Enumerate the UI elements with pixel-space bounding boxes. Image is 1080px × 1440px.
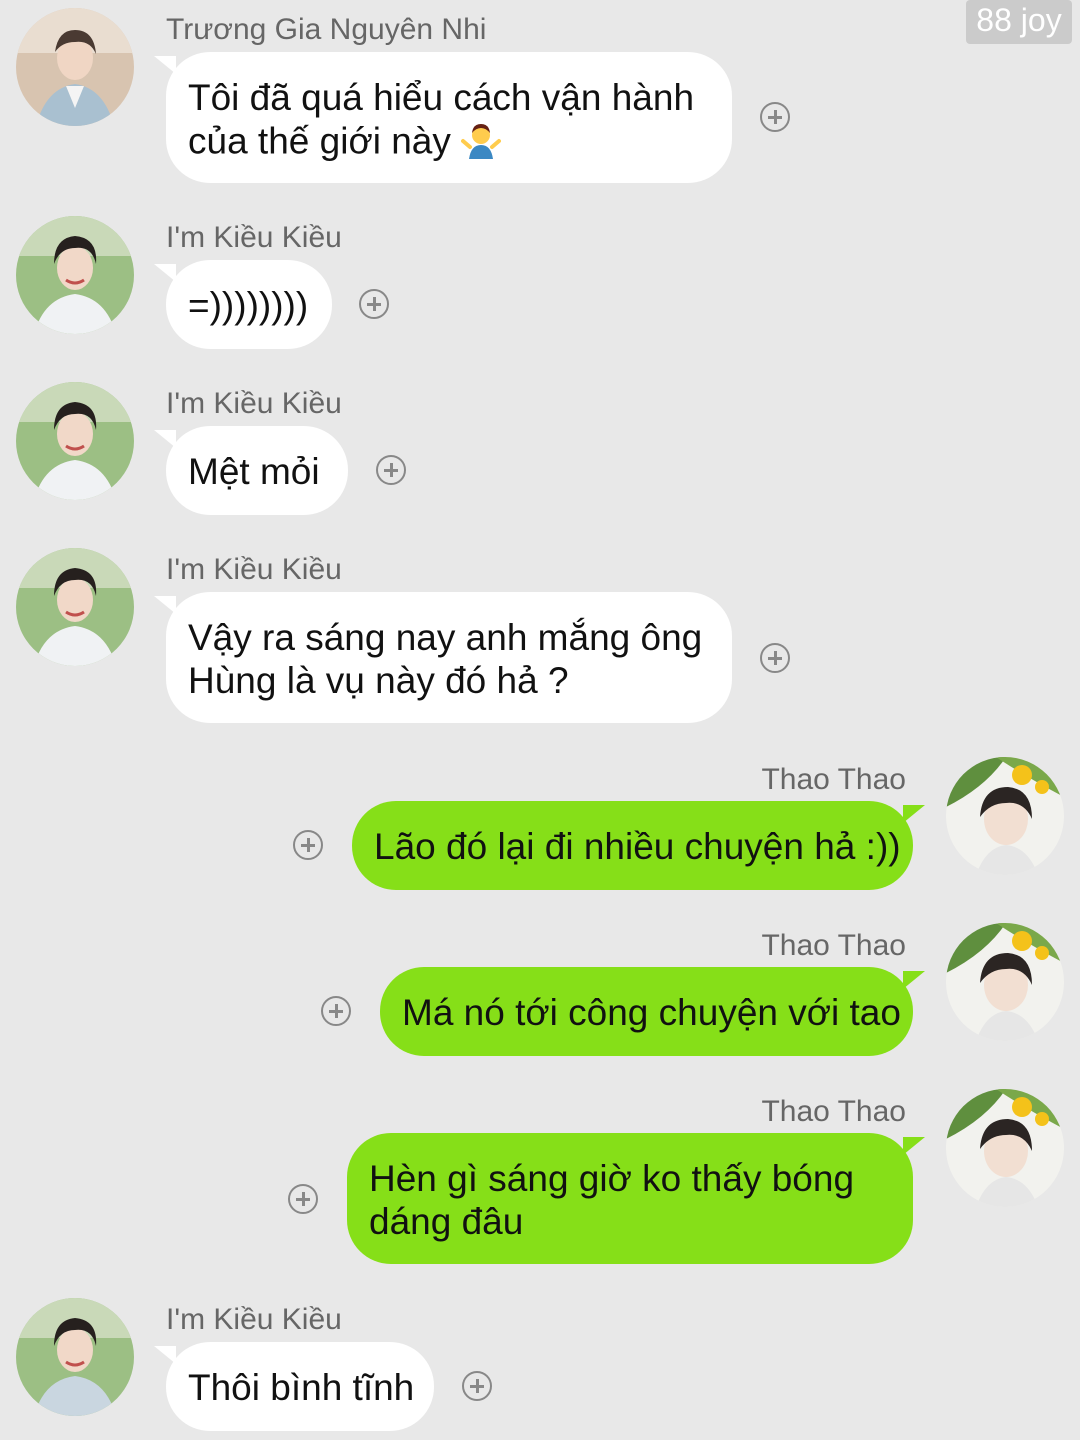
message-text: =)))))))) — [188, 285, 309, 326]
message-text: Thôi bình tĩnh — [188, 1367, 415, 1408]
add-reaction-icon[interactable] — [293, 830, 323, 860]
add-reaction-icon[interactable] — [288, 1184, 318, 1214]
avatar[interactable] — [946, 1089, 1064, 1207]
avatar[interactable] — [16, 548, 134, 666]
message-text: Vậy ra sáng nay anh mắng ông — [188, 617, 703, 658]
message-bubble[interactable]: Vậy ra sáng nay anh mắng ông Hùng là vụ … — [154, 592, 732, 723]
message-bubble[interactable]: Tôi đã quá hiểu cách vận hành của thế gi… — [154, 52, 732, 183]
add-reaction-icon[interactable] — [321, 996, 351, 1026]
add-reaction-icon[interactable] — [359, 289, 389, 319]
add-reaction-icon[interactable] — [760, 102, 790, 132]
person-shrugging-icon — [461, 119, 502, 168]
avatar[interactable] — [16, 1298, 134, 1416]
avatar[interactable] — [946, 923, 1064, 1041]
sender-name: Thao Thao — [761, 929, 906, 962]
watermark: 88 joy — [966, 0, 1072, 44]
sender-name: Thao Thao — [761, 763, 906, 796]
message-text: Lão đó lại đi nhiều chuyện hả :)) — [374, 826, 901, 867]
avatar[interactable] — [16, 216, 134, 334]
message-text: Tôi đã quá hiểu cách vận hành — [188, 77, 695, 118]
message-bubble[interactable]: Má nó tới công chuyện với tao — [380, 967, 925, 1056]
sender-name: I'm Kiều Kiều — [166, 553, 342, 586]
message-bubble[interactable]: Hèn gì sáng giờ ko thấy bóng dáng đâu — [347, 1133, 925, 1264]
message-text: Mệt mỏi — [188, 451, 320, 492]
sender-name: I'm Kiều Kiều — [166, 1303, 342, 1336]
message-text: Hùng là vụ này đó hả ? — [188, 660, 569, 701]
message-bubble[interactable]: =)))))))) — [154, 260, 332, 349]
message-text: dáng đâu — [369, 1201, 524, 1242]
message-text: Hèn gì sáng giờ ko thấy bóng — [369, 1158, 855, 1199]
add-reaction-icon[interactable] — [462, 1371, 492, 1401]
avatar[interactable] — [946, 757, 1064, 875]
avatar[interactable] — [16, 382, 134, 500]
sender-name: I'm Kiều Kiều — [166, 387, 342, 420]
message-bubble[interactable]: Mệt mỏi — [154, 426, 348, 515]
message-bubble[interactable]: Thôi bình tĩnh — [154, 1342, 434, 1431]
sender-name: Trương Gia Nguyên Nhi — [166, 13, 487, 46]
message-text: của thế giới này — [188, 120, 451, 162]
message-text: Má nó tới công chuyện với tao — [402, 992, 901, 1033]
add-reaction-icon[interactable] — [760, 643, 790, 673]
sender-name: Thao Thao — [761, 1095, 906, 1128]
sender-name: I'm Kiều Kiều — [166, 221, 342, 254]
message-bubble[interactable]: Lão đó lại đi nhiều chuyện hả :)) — [352, 801, 925, 890]
avatar[interactable] — [16, 8, 134, 126]
add-reaction-icon[interactable] — [376, 455, 406, 485]
